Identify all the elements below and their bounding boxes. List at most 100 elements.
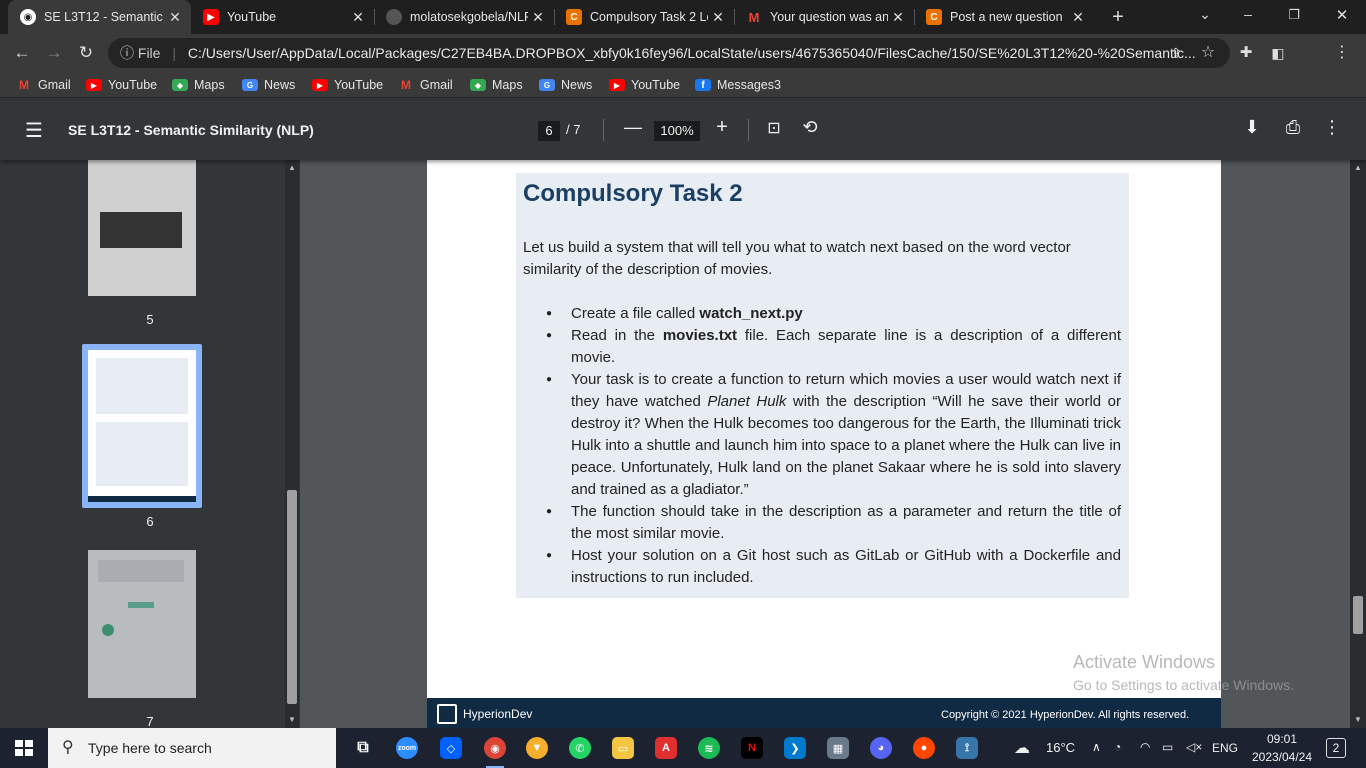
tab-gmail-question[interactable]: M Your question was ans ✕	[734, 0, 914, 34]
bookmark-gmail[interactable]: M Gmail	[16, 76, 71, 94]
close-tab-icon[interactable]: ✕	[528, 9, 548, 26]
list-item: The function should take in the descript…	[546, 501, 1121, 545]
microsoft-store-icon[interactable]: ▦	[827, 737, 849, 759]
page-thumbnail-5[interactable]	[88, 160, 196, 296]
github-icon	[386, 9, 402, 25]
close-tab-icon[interactable]: ✕	[708, 9, 728, 26]
zoom-in-icon[interactable]: +	[712, 116, 732, 139]
brave-icon[interactable]: ▼	[526, 737, 548, 759]
search-icon: ⚲	[62, 739, 74, 756]
sidebar-scrollbar-thumb[interactable]	[287, 490, 297, 704]
viewer-scrollbar[interactable]: ▲ ▼	[1350, 160, 1366, 728]
whatsapp-icon[interactable]: ✆	[569, 737, 591, 759]
chegg-icon: C	[926, 9, 942, 25]
site-info-icon[interactable]: ⓘ File	[120, 45, 160, 61]
bookmark-youtube[interactable]: ▶ YouTube	[609, 76, 680, 94]
volume-muted-icon[interactable]: ◁×	[1186, 740, 1202, 754]
page-number-input[interactable]: 6	[538, 121, 560, 141]
page-thumbnail-6[interactable]	[88, 350, 196, 502]
bookmark-news[interactable]: G News	[242, 76, 295, 94]
bookmark-star-icon[interactable]: ☆	[1196, 41, 1220, 65]
zoom-level-input[interactable]: 100%	[654, 121, 700, 141]
bookmark-news[interactable]: G News	[539, 76, 592, 94]
bookmark-youtube[interactable]: ▶ YouTube	[86, 76, 157, 94]
tab-chegg-post-question[interactable]: C Post a new question ✕	[914, 0, 1094, 34]
tab-youtube[interactable]: ▶ YouTube ✕	[191, 0, 374, 34]
youtube-icon: ▶	[203, 9, 219, 25]
python-icon[interactable]: ⟟	[956, 737, 978, 759]
tab-search-button[interactable]: ⌄	[1194, 6, 1216, 28]
close-window-button[interactable]: ✕	[1332, 6, 1352, 24]
forward-arrow-icon[interactable]: →	[42, 41, 66, 65]
chevron-up-icon[interactable]: ∧	[1092, 740, 1101, 754]
close-tab-icon[interactable]: ✕	[165, 9, 185, 26]
thumbnail-button	[128, 602, 154, 608]
footer-copyright: Copyright © 2021 HyperionDev. All rights…	[941, 709, 1190, 721]
acrobat-icon[interactable]: A	[655, 737, 677, 759]
rotate-icon[interactable]: ⟲	[800, 117, 820, 138]
chrome-menu-icon[interactable]: ⋮	[1330, 41, 1354, 65]
discord-icon[interactable]: ◕	[870, 737, 892, 759]
zoom-app-icon[interactable]: zoom	[396, 737, 418, 759]
url-text: C:/Users/User/AppData/Local/Packages/C27…	[187, 45, 1196, 61]
page-thumbnail-7[interactable]	[88, 550, 196, 698]
scroll-up-icon[interactable]: ▲	[288, 163, 296, 172]
close-tab-icon[interactable]: ✕	[1068, 9, 1088, 26]
dropbox-icon[interactable]: ◇	[440, 737, 462, 759]
more-options-icon[interactable]: ⋮	[1322, 117, 1342, 138]
side-panel-icon[interactable]: ◧	[1266, 41, 1290, 65]
maximize-button[interactable]: ❐	[1284, 7, 1304, 23]
weather-temperature[interactable]: 16°C	[1046, 740, 1075, 755]
vscode-icon[interactable]: ❯	[784, 737, 806, 759]
spotify-icon[interactable]: ≋	[698, 737, 720, 759]
battery-icon[interactable]: ▭	[1162, 740, 1173, 754]
bookmark-gmail[interactable]: M Gmail	[398, 76, 453, 94]
close-tab-icon[interactable]: ✕	[888, 9, 908, 26]
new-tab-button[interactable]: +	[1106, 6, 1130, 28]
bookmark-maps[interactable]: ◆ Maps	[172, 76, 225, 94]
hyperiondev-logo-icon	[437, 704, 457, 724]
menu-icon[interactable]: ☰	[24, 118, 44, 143]
chrome-icon[interactable]: ◉	[484, 737, 506, 759]
bookmark-youtube[interactable]: ▶ YouTube	[312, 76, 383, 94]
reload-icon[interactable]: ↻	[74, 41, 98, 65]
share-icon[interactable]: ⇪	[1164, 41, 1188, 65]
fit-to-page-icon[interactable]: ⊡	[764, 118, 784, 138]
wifi-icon[interactable]: ◠	[1140, 740, 1150, 754]
pdf-toolbar: ☰ SE L3T12 - Semantic Similarity (NLP) 6…	[0, 98, 1366, 160]
network-icon[interactable]: ◔	[1114, 740, 1121, 754]
print-icon[interactable]: ⎙	[1282, 117, 1304, 138]
file-explorer-icon[interactable]: ▭	[612, 737, 634, 759]
address-bar[interactable]: ⓘ File | C:/Users/User/AppData/Local/Pac…	[108, 38, 1230, 68]
start-tile	[15, 749, 23, 756]
minimize-button[interactable]: –	[1238, 6, 1258, 22]
start-tile	[25, 749, 33, 756]
close-tab-icon[interactable]: ✕	[348, 9, 368, 26]
viewer-scrollbar-thumb[interactable]	[1353, 596, 1363, 634]
clock-date[interactable]: 2023/04/24	[1246, 750, 1318, 764]
scroll-down-icon[interactable]: ▼	[1354, 715, 1362, 724]
scroll-down-icon[interactable]: ▼	[288, 715, 296, 724]
windows-start-icon[interactable]	[15, 740, 33, 756]
tab-chegg-compulsory-task[interactable]: C Compulsory Task 2 Le ✕	[554, 0, 734, 34]
task-intro: Let us build a system that will tell you…	[523, 239, 1071, 278]
language-indicator[interactable]: ENG	[1212, 741, 1238, 755]
reddit-icon[interactable]: ●	[913, 737, 935, 759]
scroll-up-icon[interactable]: ▲	[1354, 163, 1362, 172]
tab-github[interactable]: molatosekgobela/NLP ✕	[374, 0, 554, 34]
download-icon[interactable]: ⬇	[1242, 117, 1262, 138]
clock-time[interactable]: 09:01	[1250, 732, 1314, 746]
zoom-out-icon[interactable]: —	[624, 117, 642, 138]
tab-semantic-similarity[interactable]: ◉ SE L3T12 - Semantic S ✕	[8, 0, 191, 34]
task-view-icon[interactable]: ⧉	[352, 737, 374, 759]
bookmark-maps[interactable]: ◆ Maps	[470, 76, 523, 94]
taskbar-search-input[interactable]: ⚲ Type here to search	[48, 728, 336, 768]
extensions-icon[interactable]: ✚	[1234, 41, 1258, 65]
bookmark-messages[interactable]: f Messages3	[695, 76, 781, 94]
weather-icon[interactable]: ☁	[1014, 738, 1030, 758]
browser-toolbar: ← → ↻ ⓘ File | C:/Users/User/AppData/Loc…	[0, 34, 1366, 96]
netflix-icon[interactable]: N	[741, 737, 763, 759]
back-arrow-icon[interactable]: ←	[10, 41, 34, 65]
notifications-badge[interactable]: 2	[1326, 738, 1346, 758]
thumbnail-label-6: 6	[146, 514, 154, 529]
